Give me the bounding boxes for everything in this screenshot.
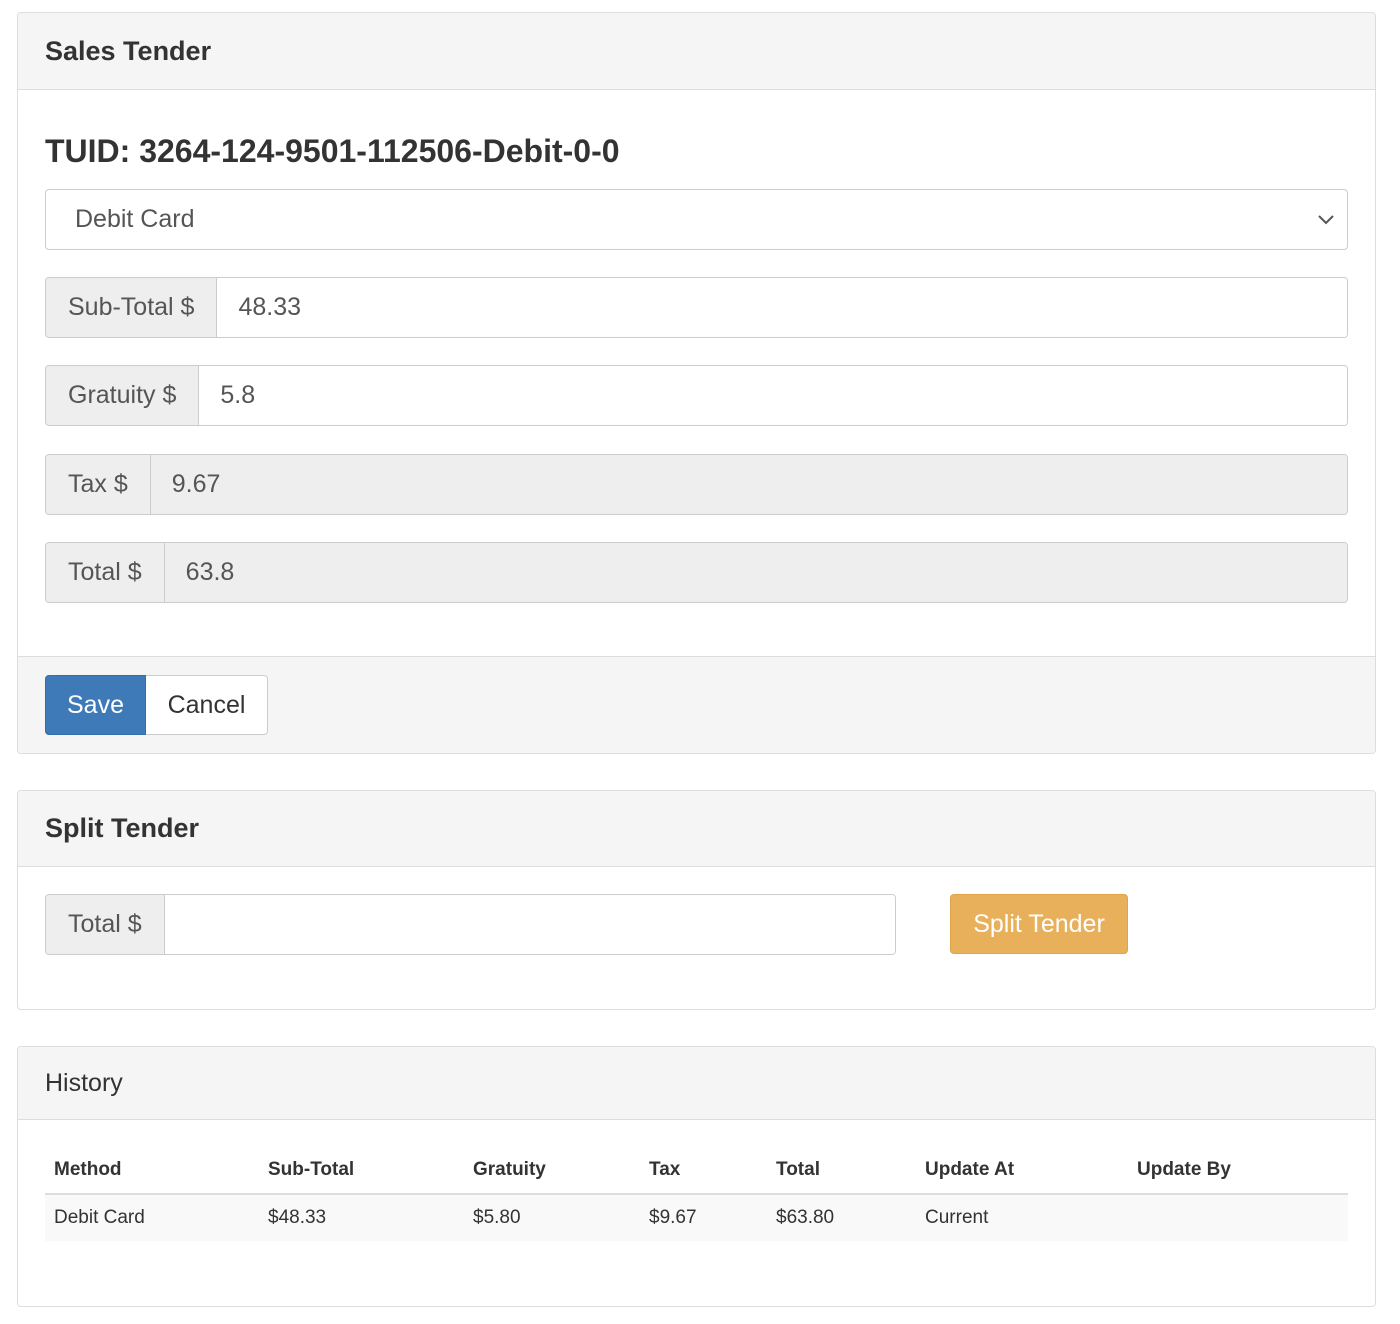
split-total-input[interactable] [164,895,895,954]
sales-tender-panel: Sales Tender TUID: 3264-124-9501-112506-… [17,12,1376,754]
split-total-input-group: Total $ [45,894,896,955]
tax-addon: Tax $ [46,455,151,514]
history-panel: History Method Sub-Total Gratuity Tax To… [17,1046,1376,1307]
tax-input-group: Tax $ 9.67 [45,454,1348,515]
save-button[interactable]: Save [45,675,146,735]
cell-subtotal: $48.33 [259,1194,464,1241]
split-tender-title: Split Tender [45,813,200,843]
cell-tax: $9.67 [640,1194,767,1241]
tender-method-value: Debit Card [75,205,195,233]
col-gratuity: Gratuity [464,1147,640,1195]
col-total: Total [767,1147,916,1195]
total-field: 63.8 [164,543,1347,602]
history-title: History [45,1068,123,1097]
split-tender-panel: Split Tender Total $ Split Tender [17,790,1376,1010]
action-button-group: Save Cancel [45,675,268,735]
subtotal-input[interactable]: 48.33 [217,278,1347,337]
table-row: Debit Card $48.33 $5.80 $9.67 $63.80 Cur… [45,1194,1348,1241]
gratuity-input[interactable]: 5.8 [199,366,1347,425]
cell-method: Debit Card [45,1194,259,1241]
tax-field: 9.67 [150,455,1347,514]
total-input-group: Total $ 63.8 [45,542,1348,603]
col-subtotal: Sub-Total [259,1147,464,1195]
history-header-row: Method Sub-Total Gratuity Tax Total Upda… [45,1147,1348,1195]
subtotal-addon: Sub-Total $ [46,278,218,337]
chevron-down-icon [1318,215,1334,225]
cell-gratuity: $5.80 [464,1194,640,1241]
col-tax: Tax [640,1147,767,1195]
split-tender-heading: Split Tender [18,791,1375,867]
gratuity-addon: Gratuity $ [46,366,200,425]
history-heading: History [18,1047,1375,1120]
cell-total: $63.80 [767,1194,916,1241]
col-update-by: Update By [1128,1147,1348,1195]
split-total-addon: Total $ [46,895,165,954]
subtotal-input-group: Sub-Total $ 48.33 [45,277,1348,338]
cell-update-at: Current [916,1194,1128,1241]
tuid-label: TUID: 3264-124-9501-112506-Debit-0-0 [45,133,620,169]
col-update-at: Update At [916,1147,1128,1195]
cancel-button[interactable]: Cancel [146,675,268,735]
total-addon: Total $ [46,543,165,602]
split-tender-button[interactable]: Split Tender [950,894,1128,954]
sales-tender-footer: Save Cancel [18,656,1375,753]
history-table: Method Sub-Total Gratuity Tax Total Upda… [45,1147,1348,1241]
tender-method-select[interactable]: Debit Card [45,189,1348,250]
col-method: Method [45,1147,259,1195]
gratuity-input-group: Gratuity $ 5.8 [45,365,1348,426]
sales-tender-title: Sales Tender [45,35,212,66]
cell-update-by [1128,1194,1348,1241]
sales-tender-heading: Sales Tender [18,13,1375,90]
